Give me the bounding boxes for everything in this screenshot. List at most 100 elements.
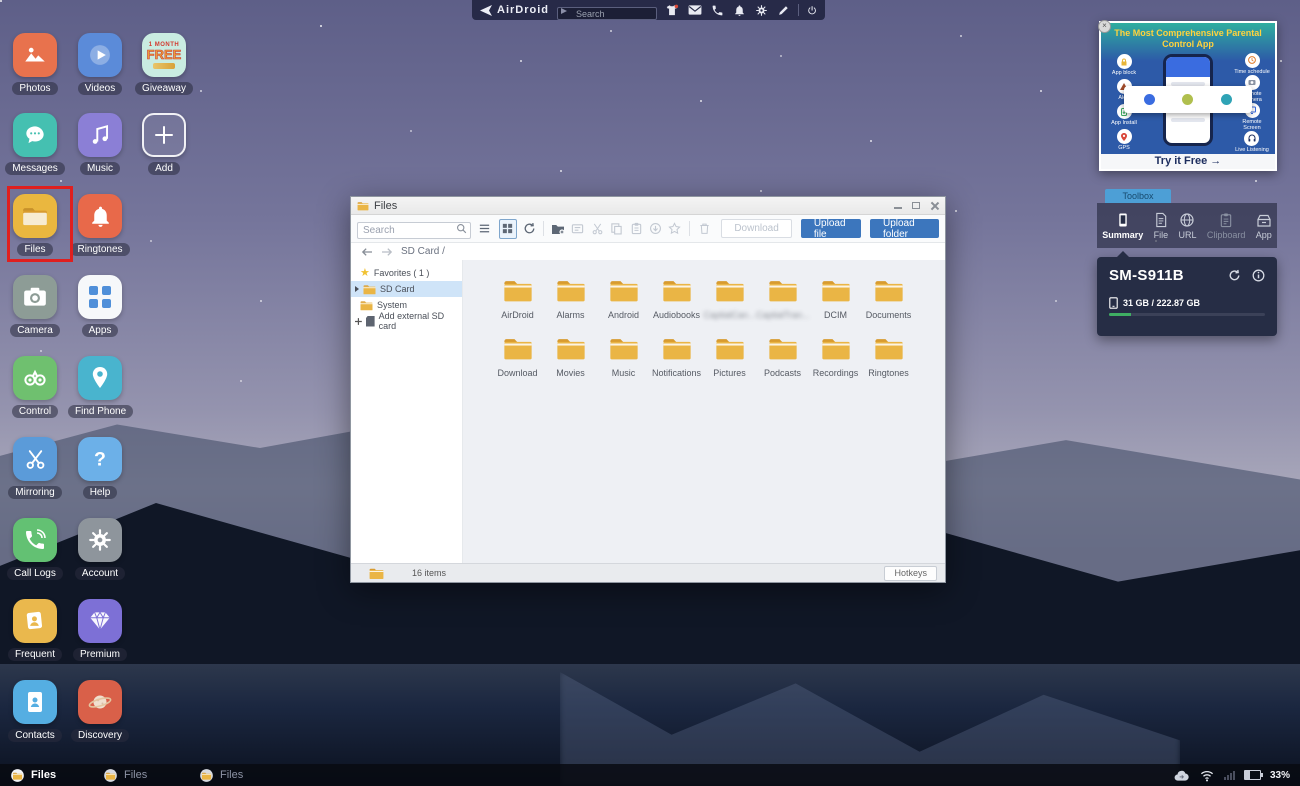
folder-item[interactable]: Music xyxy=(597,336,650,376)
back-arrow-icon[interactable] xyxy=(361,247,373,257)
toolbox-panel: Summary File URL Clipboard App xyxy=(1097,203,1277,248)
sidebar-item-sd-card[interactable]: SD Card xyxy=(351,281,462,297)
app-add[interactable]: Add xyxy=(132,113,196,176)
folder-item[interactable]: CaptialCan... xyxy=(703,278,756,318)
toolbox-item-clipboard[interactable]: Clipboard xyxy=(1207,212,1246,240)
sidebar-label: Favorites ( 1 ) xyxy=(374,268,430,278)
file-search-input[interactable] xyxy=(357,222,471,239)
app-messages[interactable]: Messages xyxy=(3,113,67,176)
taskbar-item-files-1[interactable]: Files xyxy=(10,769,56,782)
taskbar-item-files-2[interactable]: Files xyxy=(103,769,147,782)
upload-folder-button[interactable]: Upload folder xyxy=(870,219,939,238)
toolbox-item-app[interactable]: App xyxy=(1256,212,1272,240)
pencil-icon[interactable] xyxy=(777,4,790,17)
phone-icon[interactable] xyxy=(711,4,724,17)
power-icon[interactable] xyxy=(807,4,817,17)
sidebar-item-add-external-sd[interactable]: Add external SD card xyxy=(351,313,462,329)
mirroring-scissors-icon xyxy=(13,437,57,481)
ad-close-icon[interactable]: × xyxy=(1098,20,1111,33)
folder-item[interactable]: DCIM xyxy=(809,278,862,318)
share-button[interactable] xyxy=(648,220,662,238)
app-photos[interactable]: Photos xyxy=(3,33,67,96)
cloud-sync-icon[interactable] xyxy=(1173,769,1190,782)
folder-item[interactable]: Pictures xyxy=(703,336,756,376)
upload-file-button[interactable]: Upload file xyxy=(801,219,861,238)
list-view-button[interactable] xyxy=(476,219,494,239)
folder-item[interactable]: Android xyxy=(597,278,650,318)
app-find-phone[interactable]: Find Phone xyxy=(68,356,132,419)
app-videos[interactable]: Videos xyxy=(68,33,132,96)
folder-icon xyxy=(556,278,586,303)
close-button[interactable] xyxy=(930,201,939,210)
add-icon xyxy=(142,113,186,157)
window-titlebar[interactable]: Files xyxy=(351,197,945,215)
app-frequent[interactable]: Frequent xyxy=(3,599,67,662)
cut-button[interactable] xyxy=(590,220,604,238)
ad-cta-button[interactable]: Try it Free → xyxy=(1101,154,1275,169)
folder-name: Audiobooks xyxy=(650,310,703,320)
toolbox-item-file[interactable]: File xyxy=(1154,212,1169,240)
parental-control-ad[interactable]: × The Most Comprehensive Parental Contro… xyxy=(1099,21,1277,171)
folder-item[interactable]: Documents xyxy=(862,278,915,318)
download-button[interactable]: Download xyxy=(721,219,791,238)
hotkeys-button[interactable]: Hotkeys xyxy=(884,566,937,581)
app-music[interactable]: Music xyxy=(68,113,132,176)
folder-item[interactable]: Alarms xyxy=(544,278,597,318)
expander-arrow-icon[interactable] xyxy=(355,286,359,292)
app-giveaway[interactable]: 1 MONTH FREE Giveaway xyxy=(132,33,196,96)
rename-button[interactable] xyxy=(570,220,584,238)
new-folder-button[interactable] xyxy=(551,220,565,238)
app-account[interactable]: Account xyxy=(68,518,132,581)
app-apps[interactable]: Apps xyxy=(68,275,132,338)
folder-item[interactable]: AirDroid xyxy=(491,278,544,318)
folder-name-blurred: CaptialTran... xyxy=(756,310,809,320)
paste-button[interactable] xyxy=(629,220,643,238)
bell-icon[interactable] xyxy=(733,4,746,17)
storage-bar-fill xyxy=(1109,313,1131,316)
app-camera[interactable]: Camera xyxy=(3,275,67,338)
global-search xyxy=(557,4,657,17)
forward-arrow-icon[interactable] xyxy=(381,247,393,257)
delete-button[interactable] xyxy=(697,220,711,238)
wifi-icon[interactable] xyxy=(1199,768,1215,782)
sidebar-item-favorites[interactable]: ★ Favorites ( 1 ) xyxy=(351,265,462,281)
folder-item[interactable]: Movies xyxy=(544,336,597,376)
grid-view-button[interactable] xyxy=(499,219,517,239)
minimize-button[interactable] xyxy=(894,201,903,210)
system-tray: 33% xyxy=(1173,764,1290,786)
app-label: Add xyxy=(148,162,180,175)
refresh-button[interactable] xyxy=(522,220,536,238)
folder-item[interactable]: Notifications xyxy=(650,336,703,376)
mail-icon[interactable] xyxy=(688,4,702,16)
taskbar-item-files-3[interactable]: Files xyxy=(199,769,243,782)
gear-icon[interactable] xyxy=(755,4,768,17)
folder-item[interactable]: CaptialTran... xyxy=(756,278,809,318)
folder-item[interactable]: Recordings xyxy=(809,336,862,376)
app-discovery[interactable]: Discovery xyxy=(68,680,132,743)
maximize-button[interactable] xyxy=(912,201,921,210)
copy-button[interactable] xyxy=(609,220,623,238)
app-contacts[interactable]: Contacts xyxy=(3,680,67,743)
toolbox-item-url[interactable]: URL xyxy=(1178,212,1196,240)
device-info-icon[interactable] xyxy=(1252,269,1265,282)
folder-item[interactable]: Audiobooks xyxy=(650,278,703,318)
toolbox-item-summary[interactable]: Summary xyxy=(1102,212,1143,240)
search-icon[interactable] xyxy=(456,223,467,234)
app-help[interactable]: ? Help xyxy=(68,437,132,500)
toolbar-separator xyxy=(689,221,690,236)
app-control[interactable]: Control xyxy=(3,356,67,419)
statusbar-folder-icon xyxy=(369,567,384,580)
app-ringtones[interactable]: Ringtones xyxy=(68,194,132,257)
breadcrumb[interactable]: SD Card / xyxy=(401,246,445,257)
toolbox-tab[interactable]: Toolbox xyxy=(1105,189,1171,203)
folder-item[interactable]: Ringtones xyxy=(862,336,915,376)
folder-item[interactable]: Podcasts xyxy=(756,336,809,376)
global-search-input[interactable] xyxy=(557,7,657,20)
app-mirroring[interactable]: Mirroring xyxy=(3,437,67,500)
app-call-logs[interactable]: Call Logs xyxy=(3,518,67,581)
folder-item[interactable]: Download xyxy=(491,336,544,376)
app-premium[interactable]: Premium xyxy=(68,599,132,662)
favorite-star-button[interactable] xyxy=(668,220,682,238)
tshirt-icon[interactable] xyxy=(665,4,679,17)
device-refresh-icon[interactable] xyxy=(1228,269,1241,282)
